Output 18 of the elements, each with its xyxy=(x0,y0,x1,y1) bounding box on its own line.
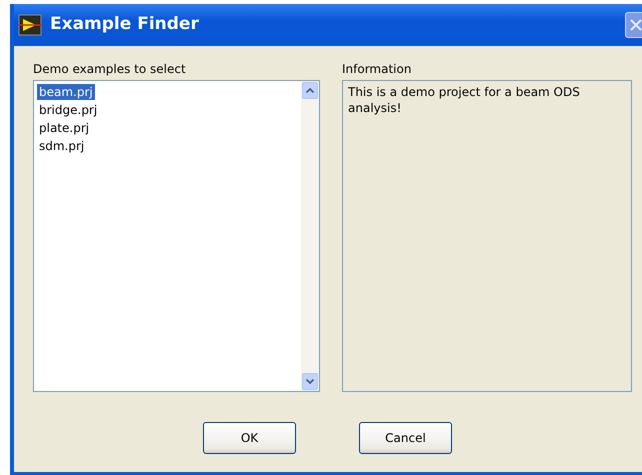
list-item[interactable]: plate.prj xyxy=(37,120,92,136)
close-button[interactable] xyxy=(625,12,642,38)
ok-button[interactable]: OK xyxy=(203,422,296,454)
scroll-up-button[interactable] xyxy=(302,82,318,99)
list-item[interactable]: bridge.prj xyxy=(37,102,100,118)
list-label: Demo examples to select xyxy=(33,62,187,76)
scroll-down-button[interactable] xyxy=(302,373,318,390)
information-text: This is a demo project for a beam ODS analysis! xyxy=(342,80,632,392)
list-item[interactable]: sdm.prj xyxy=(37,138,86,154)
scrollbar[interactable] xyxy=(301,81,319,391)
caret-up-icon xyxy=(306,88,314,93)
close-icon xyxy=(630,19,642,31)
caret-down-icon xyxy=(306,379,314,384)
app-icon xyxy=(18,14,42,36)
list-item[interactable]: beam.prj xyxy=(37,84,95,100)
window-title: Example Finder xyxy=(50,13,199,36)
information-label: Information xyxy=(342,62,412,76)
cancel-button[interactable]: Cancel xyxy=(359,422,452,454)
